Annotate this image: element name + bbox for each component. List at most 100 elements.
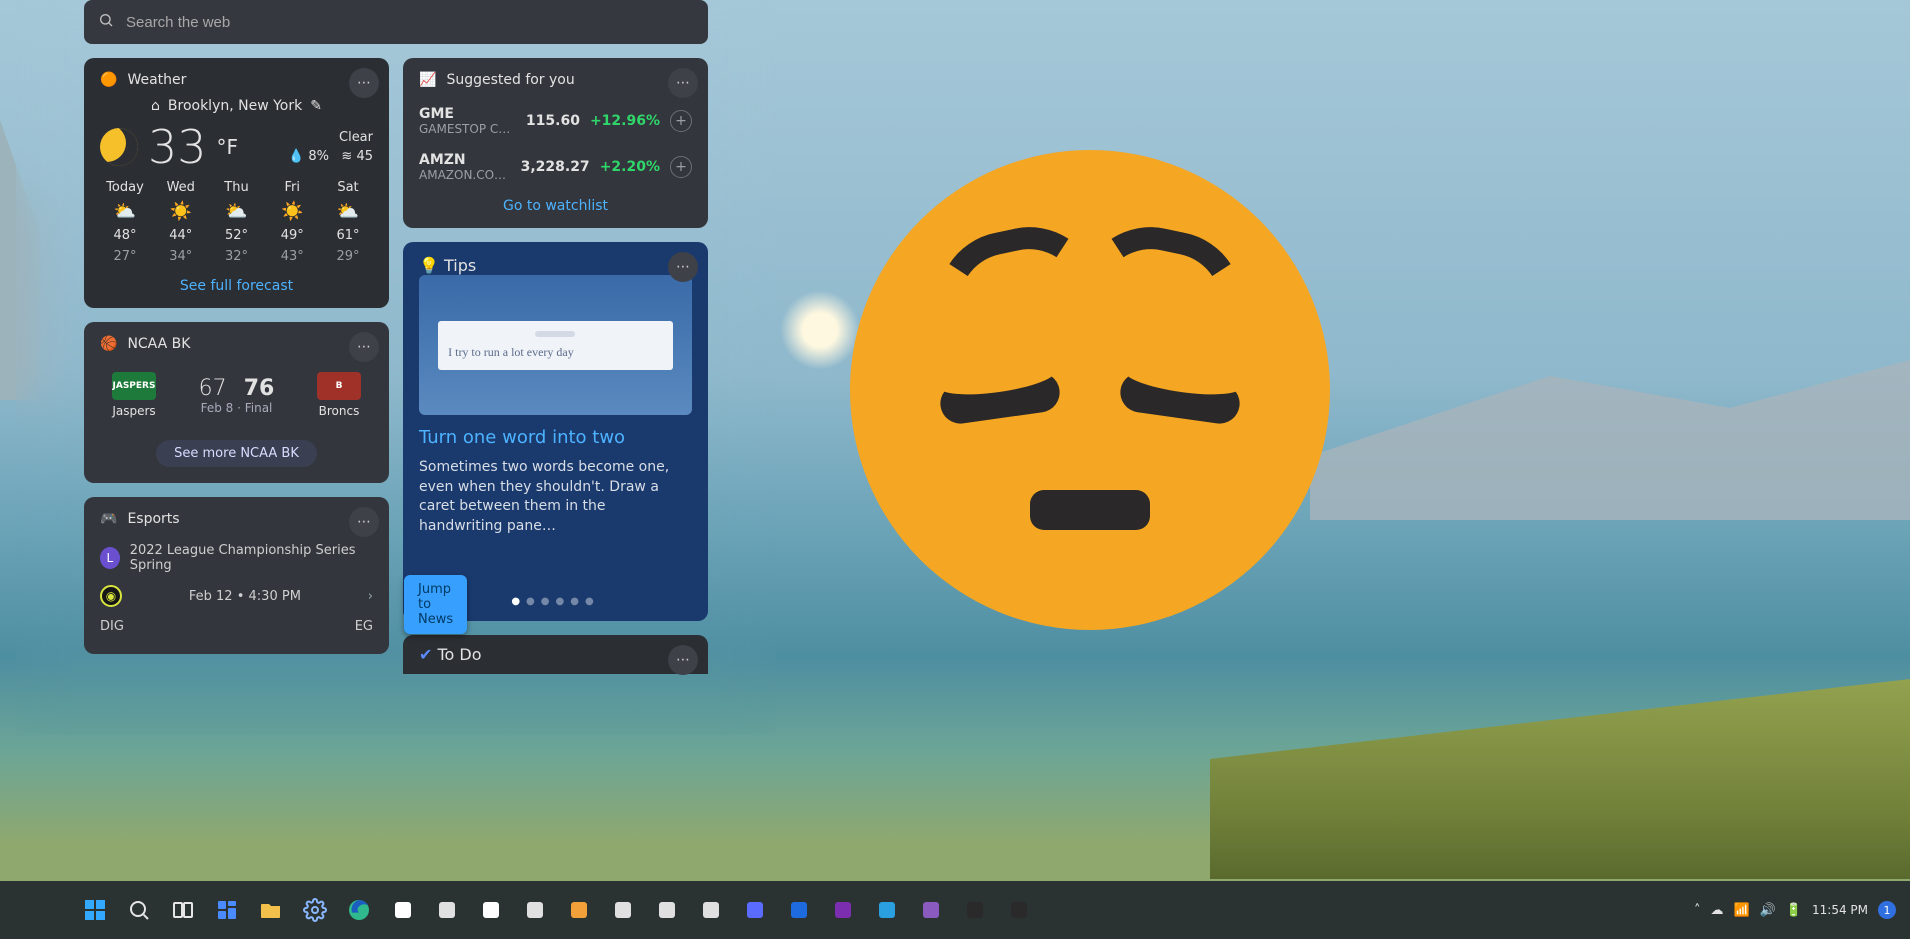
todo-more-button[interactable]: ⋯ bbox=[668, 645, 698, 675]
battery-icon[interactable]: 🔋 bbox=[1786, 903, 1802, 918]
stock-name: AMAZON.CO… bbox=[419, 168, 506, 182]
stocks-icon: 📈 bbox=[419, 72, 436, 88]
forecast-icon: ☀️ bbox=[156, 201, 206, 222]
wifi-icon[interactable]: 📶 bbox=[1733, 903, 1749, 918]
tips-widget[interactable]: ⋯ 💡 Tips I try to run a lot every day Tu… bbox=[403, 242, 708, 621]
stock-name: GAMESTOP C… bbox=[419, 122, 510, 136]
tips-handwriting-text: I try to run a lot every day bbox=[448, 345, 574, 359]
weather-humidity: 8% bbox=[308, 149, 329, 164]
taskbar-app-settings[interactable] bbox=[294, 889, 336, 931]
taskbar-app-app-blue[interactable] bbox=[778, 889, 820, 931]
search-bar[interactable] bbox=[84, 0, 708, 44]
forecast-lo: 43° bbox=[267, 249, 317, 264]
weather-title: Weather bbox=[127, 72, 186, 88]
forecast-hi: 48° bbox=[100, 228, 150, 243]
weather-more-button[interactable]: ⋯ bbox=[349, 68, 379, 98]
weather-temp: 33 bbox=[148, 120, 207, 174]
esports-more-button[interactable]: ⋯ bbox=[349, 507, 379, 537]
taskbar-app-notion[interactable] bbox=[470, 889, 512, 931]
controller-icon: 🎮 bbox=[100, 511, 117, 527]
volume-icon[interactable]: 🔊 bbox=[1760, 903, 1776, 918]
esports-date: Feb 12 bbox=[189, 589, 233, 604]
team-b-name: Broncs bbox=[309, 404, 369, 418]
chevron-right-icon[interactable]: › bbox=[368, 589, 373, 604]
taskbar-app-onenote[interactable] bbox=[822, 889, 864, 931]
edit-location-icon[interactable]: ✎ bbox=[310, 98, 322, 114]
tips-headline: Turn one word into two bbox=[419, 427, 692, 448]
forecast-icon: ⛅ bbox=[212, 201, 262, 222]
team-b-logo: B bbox=[317, 372, 361, 400]
taskbar-app-word[interactable] bbox=[602, 889, 644, 931]
tips-title-label: Tips bbox=[444, 256, 476, 275]
todo-widget[interactable]: ⋯ ✔ To Do bbox=[403, 635, 708, 674]
stock-row[interactable]: AMZNAMAZON.CO…3,228.27+2.20%+ bbox=[419, 144, 692, 190]
taskbar-app-app-x[interactable] bbox=[514, 889, 556, 931]
forecast-icon: ⛅ bbox=[323, 201, 373, 222]
esports-league: 2022 League Championship Series Spring bbox=[130, 543, 373, 573]
forecast-day-label: Today bbox=[100, 180, 150, 195]
esports-title: Esports bbox=[127, 511, 179, 527]
forecast-icon: ☀️ bbox=[267, 201, 317, 222]
forecast-day[interactable]: Sat⛅61°29° bbox=[323, 180, 373, 264]
ncaa-widget[interactable]: ⋯ 🏀 NCAA BK JASPERS Jaspers 67 76 Feb 8 … bbox=[84, 322, 389, 483]
home-icon: ⌂ bbox=[151, 98, 160, 114]
taskbar-app-task-view[interactable] bbox=[162, 889, 204, 931]
suggested-more-button[interactable]: ⋯ bbox=[668, 68, 698, 98]
notification-badge[interactable]: 1 bbox=[1878, 901, 1896, 919]
suggested-widget[interactable]: ⋯ 📈 Suggested for you GMEGAMESTOP C…115.… bbox=[403, 58, 708, 228]
stock-price: 115.60 bbox=[526, 113, 580, 129]
search-input[interactable] bbox=[126, 14, 694, 31]
taskbar-app-app-dark2[interactable] bbox=[998, 889, 1040, 931]
taskbar-app-photoshop[interactable] bbox=[866, 889, 908, 931]
see-full-forecast-link[interactable]: See full forecast bbox=[100, 278, 373, 294]
taskbar-app-widgets[interactable] bbox=[206, 889, 248, 931]
stock-symbol: GME bbox=[419, 106, 510, 122]
taskbar-app-start[interactable] bbox=[74, 889, 116, 931]
taskbar-app-app-circle[interactable] bbox=[646, 889, 688, 931]
taskbar-app-edge[interactable] bbox=[338, 889, 380, 931]
weather-widget[interactable]: ⋯ 🟠 Weather ⌂ Brooklyn, New York ✎ 33 °F… bbox=[84, 58, 389, 308]
forecast-day[interactable]: Wed☀️44°34° bbox=[156, 180, 206, 264]
taskbar: ˄ ☁ 📶 🔊 🔋 11:54 PM 1 bbox=[0, 881, 1910, 939]
pensive-face-emoji bbox=[850, 150, 1330, 630]
forecast-day[interactable]: Thu⛅52°32° bbox=[212, 180, 262, 264]
esports-widget[interactable]: ⋯ 🎮 Esports L 2022 League Championship S… bbox=[84, 497, 389, 654]
add-stock-button[interactable]: + bbox=[670, 110, 692, 132]
stock-symbol: AMZN bbox=[419, 152, 506, 168]
forecast-hi: 52° bbox=[212, 228, 262, 243]
weather-condition: Clear bbox=[288, 128, 373, 148]
weather-icon: 🟠 bbox=[100, 72, 117, 88]
see-more-ncaa-button[interactable]: See more NCAA BK bbox=[156, 440, 317, 467]
forecast-hi: 61° bbox=[323, 228, 373, 243]
taskbar-app-app-circle2[interactable] bbox=[690, 889, 732, 931]
team-a-name: Jaspers bbox=[104, 404, 164, 418]
forecast-day-label: Wed bbox=[156, 180, 206, 195]
forecast-day[interactable]: Today⛅48°27° bbox=[100, 180, 150, 264]
team-a-logo: JASPERS bbox=[112, 372, 156, 400]
forecast-day-label: Fri bbox=[267, 180, 317, 195]
taskbar-app-explorer[interactable] bbox=[250, 889, 292, 931]
ncaa-more-button[interactable]: ⋯ bbox=[349, 332, 379, 362]
forecast-day[interactable]: Fri☀️49°43° bbox=[267, 180, 317, 264]
system-tray[interactable]: ˄ ☁ 📶 🔊 🔋 11:54 PM 1 bbox=[1694, 901, 1896, 919]
taskbar-app-slack[interactable] bbox=[426, 889, 468, 931]
check-icon: ✔ bbox=[419, 645, 432, 664]
taskbar-app-spotify[interactable] bbox=[558, 889, 600, 931]
forecast-day-label: Sat bbox=[323, 180, 373, 195]
taskbar-clock[interactable]: 11:54 PM bbox=[1812, 903, 1868, 917]
tips-more-button[interactable]: ⋯ bbox=[668, 252, 698, 282]
weather-unit: °F bbox=[217, 135, 239, 159]
onedrive-icon[interactable]: ☁ bbox=[1710, 903, 1723, 918]
taskbar-app-premiere[interactable] bbox=[910, 889, 952, 931]
jump-to-news-button[interactable]: Jump to News bbox=[404, 575, 467, 634]
taskbar-app-store[interactable] bbox=[382, 889, 424, 931]
add-stock-button[interactable]: + bbox=[670, 156, 692, 178]
taskbar-app-messenger[interactable] bbox=[734, 889, 776, 931]
stock-row[interactable]: GMEGAMESTOP C…115.60+12.96%+ bbox=[419, 98, 692, 144]
taskbar-app-search[interactable] bbox=[118, 889, 160, 931]
basketball-icon: 🏀 bbox=[100, 336, 117, 352]
forecast-hi: 44° bbox=[156, 228, 206, 243]
taskbar-app-app-dark[interactable] bbox=[954, 889, 996, 931]
chevron-up-icon[interactable]: ˄ bbox=[1694, 903, 1701, 918]
go-to-watchlist-link[interactable]: Go to watchlist bbox=[419, 198, 692, 214]
